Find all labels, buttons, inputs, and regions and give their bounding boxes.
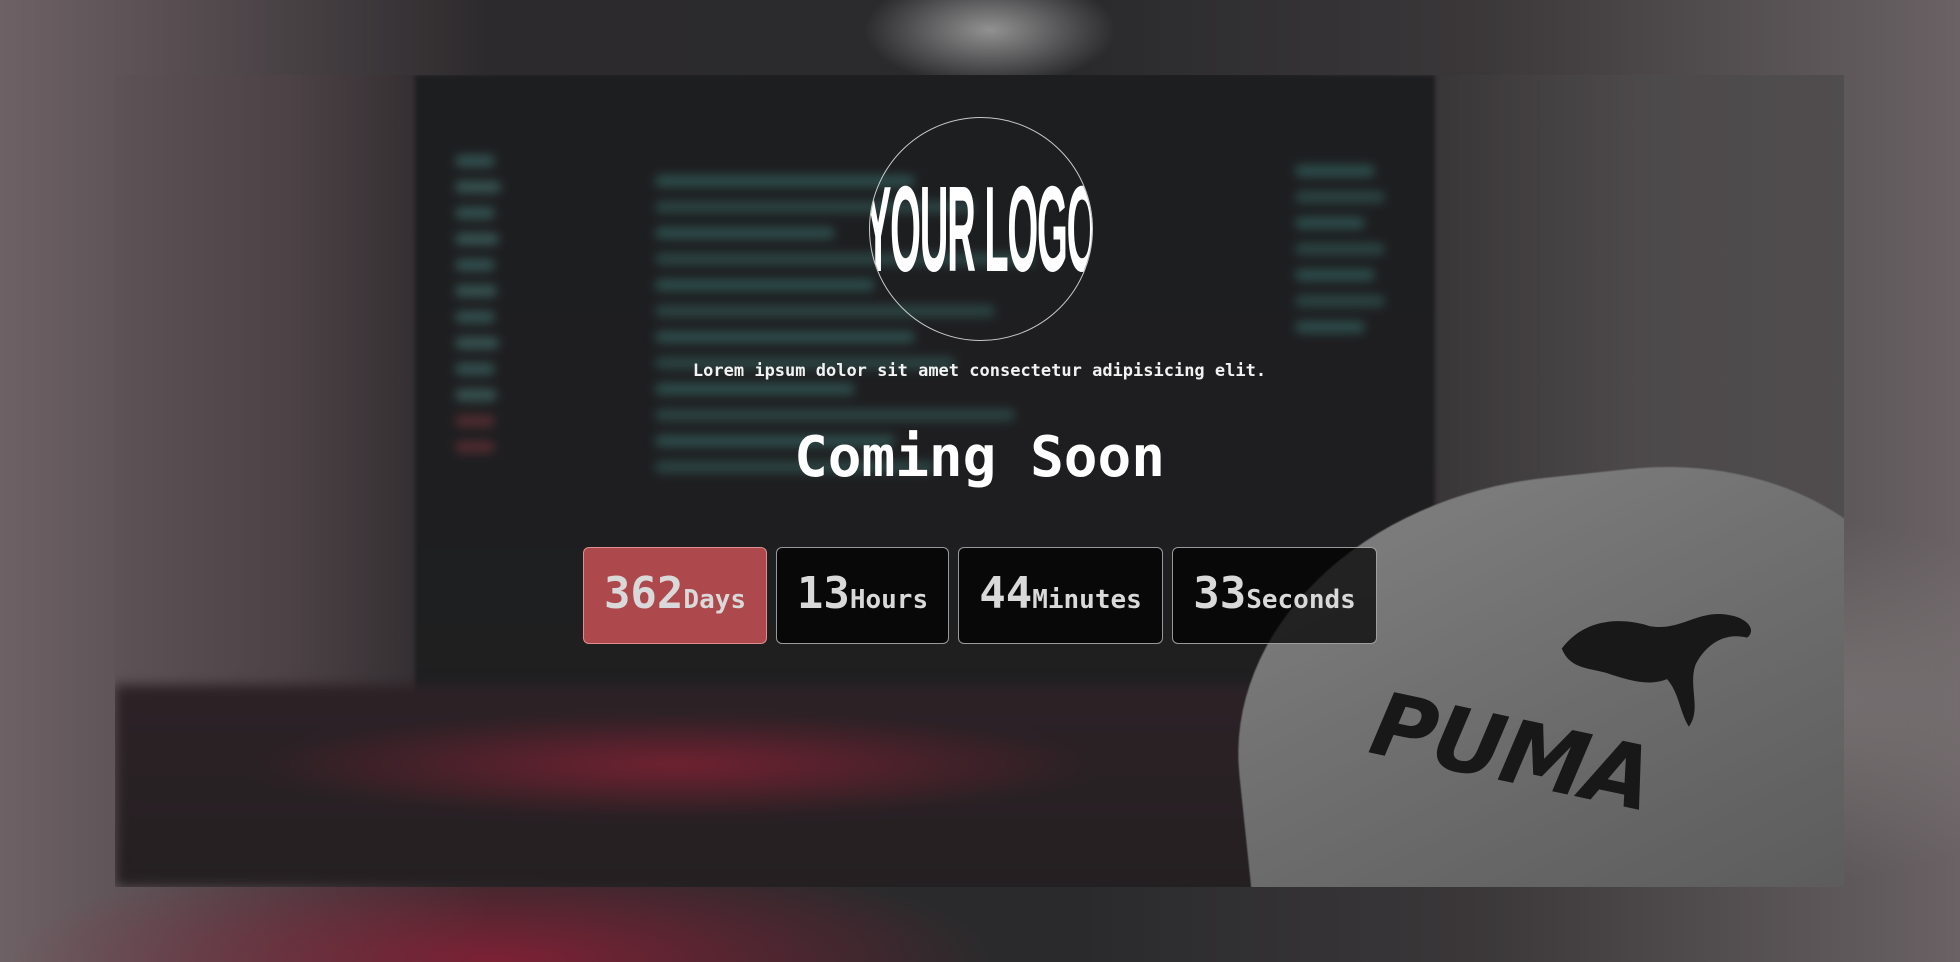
countdown-minutes: 44 Minutes	[958, 547, 1163, 644]
countdown-seconds-unit: Seconds	[1246, 585, 1356, 615]
countdown-seconds: 33 Seconds	[1172, 547, 1377, 644]
logo[interactable]: YOUR LOGO	[869, 117, 1093, 341]
countdown-seconds-value: 33	[1193, 568, 1247, 619]
countdown-timer: 362 Days 13 Hours 44 Minutes 33 Seconds	[583, 547, 1377, 644]
page-title: Coming Soon	[794, 425, 1165, 490]
countdown-days-value: 362	[603, 568, 684, 619]
hero-card: PUMA YOUR LOGO Lorem ipsum dolor sit ame…	[115, 75, 1844, 887]
countdown-minutes-unit: Minutes	[1032, 585, 1142, 615]
countdown-hours-unit: Hours	[849, 585, 929, 615]
countdown-days-unit: Days	[683, 585, 747, 615]
logo-text: YOUR LOGO	[869, 160, 1093, 298]
countdown-hours-value: 13	[796, 568, 850, 619]
countdown-hours: 13 Hours	[776, 547, 949, 644]
countdown-days: 362 Days	[583, 547, 767, 644]
tagline: Lorem ipsum dolor sit amet consectetur a…	[692, 361, 1267, 381]
countdown-minutes-value: 44	[979, 568, 1033, 619]
